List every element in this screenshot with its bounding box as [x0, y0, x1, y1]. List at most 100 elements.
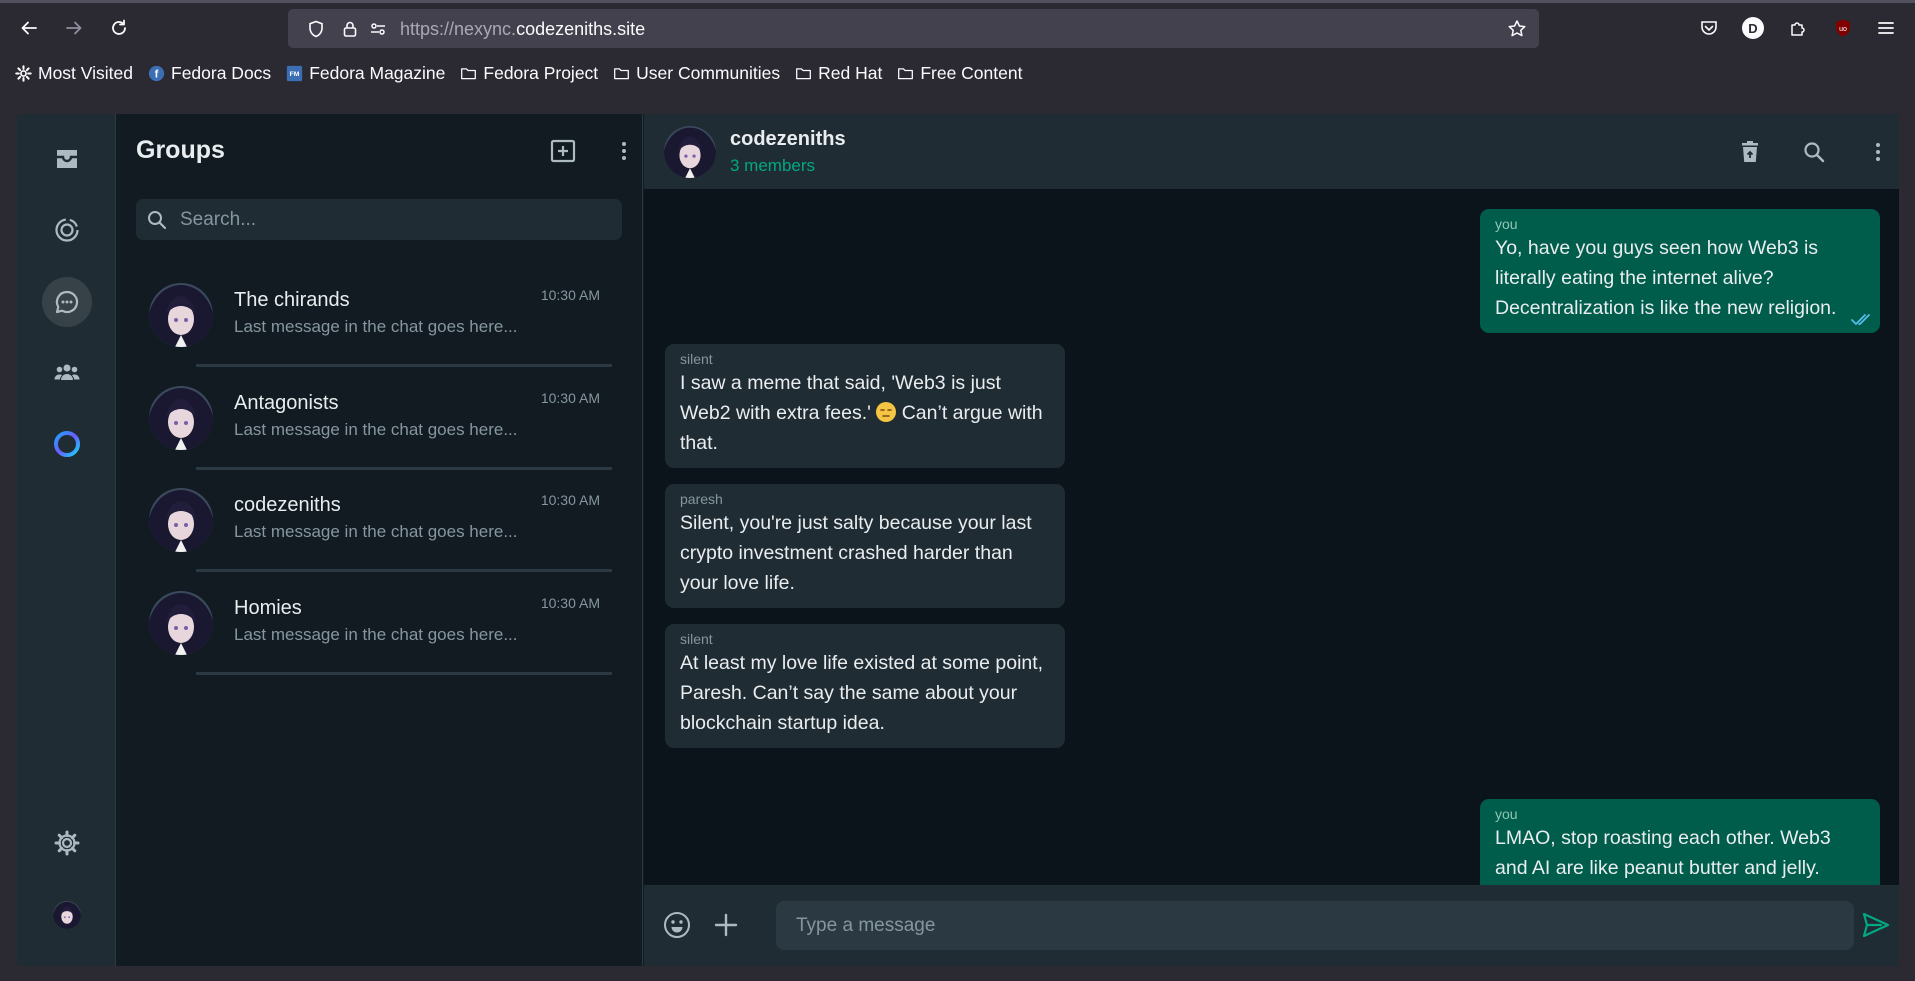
divider [196, 672, 612, 675]
bookmark-most-visited[interactable]: Most Visited [14, 63, 133, 84]
user-avatar-image [53, 901, 81, 929]
message-outgoing[interactable]: you LMAO, stop roasting each other. Web3… [1480, 799, 1880, 889]
message-text: Yo, have you guys seen how Web3 is liter… [1495, 237, 1837, 319]
status-ring-icon [55, 218, 79, 242]
svg-text:f: f [154, 68, 158, 80]
rail-status-button[interactable] [42, 205, 92, 255]
bookmark-folder-user-communities[interactable]: User Communities [612, 63, 780, 84]
svg-text:uo: uo [1839, 26, 1847, 33]
message-sender: you [1495, 806, 1518, 822]
hamburger-menu-icon[interactable] [1873, 15, 1899, 41]
search-icon [1804, 142, 1825, 163]
divider [196, 569, 612, 572]
group-avatar[interactable] [664, 126, 716, 178]
search-messages-button[interactable] [1796, 134, 1832, 170]
message-sender: silent [680, 351, 713, 367]
bookmark-fedora-docs[interactable]: f Fedora Docs [147, 63, 271, 84]
chat-list-item-homies[interactable]: Homies Last message in the chat goes her… [136, 575, 622, 675]
send-button[interactable] [1858, 907, 1894, 943]
bookmarks-toolbar: Most Visited f Fedora Docs FM Fedora Mag… [0, 58, 1915, 88]
conversation-panel: codezeniths 3 members you Yo, have you g… [644, 114, 1899, 966]
message-list[interactable]: you Yo, have you guys seen how Web3 is l… [644, 189, 1899, 889]
nav-rail [17, 114, 116, 966]
permissions-icon[interactable] [368, 19, 388, 39]
svg-text:FM: FM [289, 71, 299, 78]
chat-last-message: Last message in the chat goes here... [234, 625, 518, 644]
smiley-icon [664, 912, 690, 938]
folder-icon [896, 64, 914, 82]
attach-button[interactable] [708, 907, 744, 943]
chat-name: Homies [234, 597, 302, 619]
back-arrow-icon [21, 21, 37, 35]
chat-time: 10:30 AM [540, 595, 600, 611]
chat-time: 10:30 AM [540, 287, 600, 303]
rail-chats-button[interactable] [42, 134, 92, 184]
message-input[interactable] [776, 901, 1854, 950]
message-text: I saw a meme that said, 'Web3 is just We… [680, 368, 1050, 458]
bookmark-folder-free-content[interactable]: Free Content [896, 63, 1022, 84]
bookmark-folder-fedora-project[interactable]: Fedora Project [459, 63, 598, 84]
message-incoming[interactable]: silent At least my love life existed at … [665, 624, 1065, 748]
bookmark-label: Most Visited [38, 62, 133, 83]
url-host: codezeniths.site [516, 19, 646, 39]
chat-header[interactable]: codezeniths 3 members [644, 114, 1899, 189]
folder-icon [459, 64, 477, 82]
message-text: LMAO, stop roasting each other. Web3 and… [1495, 827, 1831, 879]
chat-member-count: 3 members [730, 156, 816, 175]
pocket-icon[interactable] [1696, 15, 1722, 41]
bookmark-fedora-magazine[interactable]: FM Fedora Magazine [285, 63, 445, 84]
chat-time: 10:30 AM [540, 390, 600, 406]
bookmark-label: Fedora Docs [171, 62, 272, 83]
sidebar-menu-button[interactable] [607, 134, 641, 168]
search-box [136, 199, 622, 240]
chat-last-message: Last message in the chat goes here... [234, 420, 518, 439]
search-input[interactable] [180, 199, 610, 240]
chat-name: Antagonists [234, 392, 339, 414]
chat-menu-button[interactable] [1860, 134, 1896, 170]
ai-ring-icon [54, 431, 80, 457]
groups-sidebar: Groups The chirands Last message in the … [116, 114, 643, 966]
ublock-origin-icon[interactable]: uo [1830, 15, 1856, 41]
chat-app: Groups The chirands Last message in the … [17, 114, 1899, 966]
emoji-button[interactable] [659, 907, 695, 943]
bookmark-star-icon[interactable] [1507, 19, 1527, 39]
reload-button[interactable] [103, 12, 135, 44]
chat-list-item-codezeniths[interactable]: codezeniths Last message in the chat goe… [136, 472, 622, 572]
divider [196, 364, 612, 367]
forward-button[interactable] [58, 12, 90, 44]
divider [196, 467, 612, 470]
rail-ai-button[interactable] [42, 419, 92, 469]
shield-icon[interactable] [306, 19, 326, 39]
bookmark-folder-red-hat[interactable]: Red Hat [794, 63, 882, 84]
address-bar[interactable]: https://nexync.codezeniths.site [288, 9, 1539, 48]
message-incoming[interactable]: paresh Silent, you're just salty because… [665, 484, 1065, 608]
extensions-icon[interactable] [1785, 15, 1811, 41]
delete-chat-button[interactable] [1732, 134, 1768, 170]
lock-icon[interactable] [340, 19, 360, 39]
message-text: At least my love life existed at some po… [680, 652, 1044, 734]
rail-groups-button[interactable] [42, 277, 92, 327]
profile-initial: D [1742, 17, 1764, 39]
rail-communities-button[interactable] [42, 348, 92, 398]
profile-avatar[interactable]: D [1740, 15, 1766, 41]
browser-toolbar: https://nexync.codezeniths.site D uo Mos… [0, 0, 1915, 91]
back-button[interactable] [13, 12, 45, 44]
message-outgoing[interactable]: you Yo, have you guys seen how Web3 is l… [1480, 209, 1880, 333]
chat-list-item-the-chirands[interactable]: The chirands Last message in the chat go… [136, 267, 622, 367]
message-sender: you [1495, 216, 1518, 232]
new-group-button[interactable] [546, 134, 580, 168]
chat-last-message: Last message in the chat goes here... [234, 317, 518, 336]
message-incoming[interactable]: silent I saw a meme that said, 'Web3 is … [665, 344, 1065, 468]
avatar [149, 488, 213, 552]
rail-settings-button[interactable] [42, 818, 92, 868]
avatar [149, 386, 213, 450]
chat-list-item-antagonists[interactable]: Antagonists Last message in the chat goe… [136, 370, 622, 470]
folder-icon [794, 64, 812, 82]
message-composer [644, 885, 1899, 966]
rail-profile-avatar[interactable] [42, 890, 92, 940]
double-check-icon [1851, 314, 1870, 325]
gear-icon [14, 64, 32, 82]
url-text[interactable]: https://nexync.codezeniths.site [400, 19, 645, 40]
chat-last-message: Last message in the chat goes here... [234, 522, 518, 541]
more-vertical-icon [622, 142, 626, 160]
